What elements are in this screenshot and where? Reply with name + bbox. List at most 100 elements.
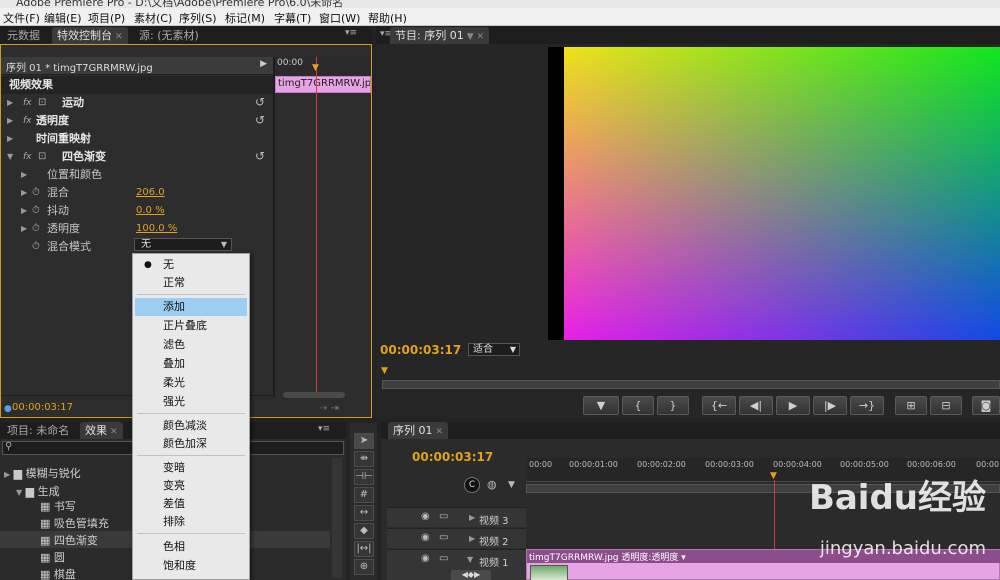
expand-triangle-icon[interactable]: ▶ — [7, 130, 13, 148]
keyframe-nav-icon[interactable]: ◀◆▶ — [451, 570, 491, 580]
expand-triangle-icon[interactable]: ▶ — [21, 166, 27, 184]
collapse-triangle-icon[interactable]: ▼ — [7, 148, 13, 166]
eye-icon[interactable]: ◉ — [421, 511, 430, 522]
lock-icon[interactable]: ▭ — [439, 532, 448, 543]
mark-in-button[interactable]: { — [622, 396, 654, 415]
tab-effect-controls[interactable]: 特效控制台 ✕ — [52, 27, 128, 44]
ripple-edit-tool-icon[interactable]: ⊣⊢ — [354, 469, 374, 485]
stopwatch-icon[interactable]: ⏱ — [32, 238, 40, 256]
menu-item-difference[interactable]: 差值 — [135, 495, 247, 513]
track-header-video-3[interactable]: ◉ ▭ ▶ 视频 3 — [387, 507, 526, 527]
mark-out-button[interactable]: } — [657, 396, 689, 415]
close-icon[interactable]: ✕ — [115, 32, 123, 42]
expand-triangle-icon[interactable]: ▶ — [21, 220, 27, 238]
program-timecode[interactable]: 00:00:03:17 — [380, 343, 461, 357]
razor-tool-icon[interactable]: ◆ — [354, 523, 374, 539]
expand-triangle-icon[interactable]: ▶ — [21, 202, 27, 220]
menu-marker[interactable]: 标记(M) — [225, 10, 265, 26]
expand-triangle-icon[interactable]: ▶ — [7, 112, 13, 130]
menu-sequence[interactable]: 序列(S) — [179, 10, 217, 26]
tab-source[interactable]: 源: (无素材) — [134, 27, 204, 44]
expand-triangle-icon[interactable]: ▶ — [21, 184, 27, 202]
menu-project[interactable]: 项目(P) — [88, 10, 125, 26]
param-row-jitter[interactable]: ▶ ⏱ 抖动 0.0 % — [1, 202, 273, 220]
expand-triangle-icon[interactable]: ▶ — [469, 534, 475, 543]
menu-item-normal[interactable]: 正常 — [135, 274, 247, 292]
expand-triangle-icon[interactable]: ▶ — [7, 94, 13, 112]
stopwatch-icon[interactable]: ⏱ — [32, 184, 40, 202]
menu-file[interactable]: 文件(F) — [3, 10, 40, 26]
menu-title[interactable]: 字幕(T) — [274, 10, 311, 26]
tab-effects[interactable]: 效果 ✕ — [80, 422, 123, 439]
param-value[interactable]: 0.0 % — [136, 202, 165, 220]
menu-edit[interactable]: 编辑(E) — [44, 10, 82, 26]
ec-footer-icons[interactable]: ⇢ ⇥ — [319, 403, 339, 414]
menu-item-lighten[interactable]: 变亮 — [135, 477, 247, 495]
zoom-select[interactable]: 适合 ▼ — [468, 343, 520, 356]
add-marker-button[interactable]: ▼ — [583, 396, 619, 415]
tab-metadata[interactable]: 元数据 — [2, 27, 45, 44]
rolling-edit-tool-icon[interactable]: # — [354, 487, 374, 503]
track-header-video-2[interactable]: ◉ ▭ ▶ 视频 2 — [387, 528, 526, 548]
blend-mode-select[interactable]: 无 ▼ — [134, 238, 232, 251]
menu-item-color-burn[interactable]: 颜色加深 — [135, 435, 247, 453]
menu-item-add[interactable]: 添加 — [135, 298, 247, 316]
tree-item-checkerboard[interactable]: ▦ 棋盘 — [40, 566, 76, 580]
step-forward-button[interactable]: |▶ — [813, 396, 847, 415]
close-icon[interactable]: ✕ — [477, 32, 485, 42]
lock-icon[interactable]: ▭ — [439, 553, 448, 564]
panel-menu-icon[interactable]: ▾≡ — [345, 28, 357, 38]
extract-button[interactable]: ⊟ — [930, 396, 962, 415]
close-icon[interactable]: ✕ — [436, 427, 444, 437]
param-value[interactable]: 206.0 — [136, 184, 165, 202]
clip-bar[interactable]: timgT7GRRMRW.jpg — [275, 76, 371, 93]
menu-item-exclusion[interactable]: 排除 — [135, 513, 247, 531]
menu-item-soft-light[interactable]: 柔光 — [135, 374, 247, 392]
effect-row-motion[interactable]: ▶ fx ⊡ 运动 ↺ — [1, 94, 273, 112]
menu-item-none[interactable]: ● 无 — [135, 256, 247, 274]
selection-tool-icon[interactable]: ➤ — [354, 433, 374, 449]
expand-triangle-icon[interactable]: ▶ — [469, 513, 475, 522]
menu-item-multiply[interactable]: 正片叠底 — [135, 317, 247, 335]
tab-project[interactable]: 项目: 未命名 — [2, 422, 74, 439]
effects-scrollbar[interactable] — [332, 458, 342, 578]
tree-item-write[interactable]: ▦ 书写 — [40, 498, 76, 514]
track-select-tool-icon[interactable]: ⇻ — [354, 451, 374, 467]
ec-timecode[interactable]: 00:00:03:17 — [12, 402, 73, 413]
stopwatch-icon[interactable]: ⏱ — [32, 220, 40, 238]
eye-icon[interactable]: ◉ — [421, 532, 430, 543]
chevron-down-icon[interactable]: ▼ — [467, 32, 474, 42]
menu-item-screen[interactable]: 滤色 — [135, 336, 247, 354]
menu-item-saturation[interactable]: 饱和度 — [135, 557, 247, 575]
tab-program[interactable]: 节目: 序列 01 ▼ ✕ — [390, 27, 490, 44]
track-header-video-1[interactable]: ◉ ▭ ▼ 视频 1 ◀◆▶ — [387, 549, 526, 580]
slide-tool-icon[interactable]: ⊕ — [354, 559, 374, 575]
collapse-triangle-icon[interactable]: ▼ — [467, 555, 473, 564]
panel-menu-icon[interactable]: ▾≡ — [318, 424, 330, 434]
export-frame-button[interactable]: ◙ — [972, 396, 1000, 415]
stopwatch-icon[interactable]: ⏱ — [32, 202, 40, 220]
lift-button[interactable]: ⊞ — [895, 396, 927, 415]
effect-row-four-color-gradient[interactable]: ▼ fx ⊡ 四色渐变 ↺ — [1, 148, 273, 166]
reset-icon[interactable]: ↺ — [255, 111, 265, 129]
program-playhead-icon[interactable]: ▼ — [381, 366, 388, 376]
marker-pin-icon[interactable]: ◍ — [487, 478, 497, 491]
playhead-marker-icon[interactable]: ▼ — [312, 63, 319, 73]
tree-item-blur-sharpen[interactable]: ▶ ▆ 模糊与锐化 — [4, 465, 81, 481]
menu-item-darken[interactable]: 变暗 — [135, 459, 247, 477]
go-to-in-button[interactable]: {← — [702, 396, 736, 415]
snap-icon[interactable]: C — [464, 477, 480, 493]
tree-item-four-color-gradient[interactable]: ▦ 四色渐变 — [40, 532, 98, 548]
menu-clip[interactable]: 素材(C) — [134, 10, 172, 26]
play-triangle-icon[interactable]: ▶ — [260, 59, 267, 69]
step-back-button[interactable]: ◀| — [739, 396, 773, 415]
go-to-out-button[interactable]: →} — [850, 396, 884, 415]
play-button[interactable]: ▶ — [776, 396, 810, 415]
program-video-frame[interactable] — [548, 47, 1000, 340]
tree-item-generate[interactable]: ▼ ▆ 生成 — [16, 483, 60, 499]
tab-sequence-01[interactable]: 序列 01 ✕ — [388, 422, 449, 439]
fx-badge-icon[interactable]: fx — [23, 112, 32, 130]
eye-icon[interactable]: ◉ — [421, 553, 430, 564]
param-row-position-color[interactable]: ▶ 位置和颜色 — [1, 166, 273, 184]
fx-badge-icon[interactable]: fx — [23, 94, 32, 112]
